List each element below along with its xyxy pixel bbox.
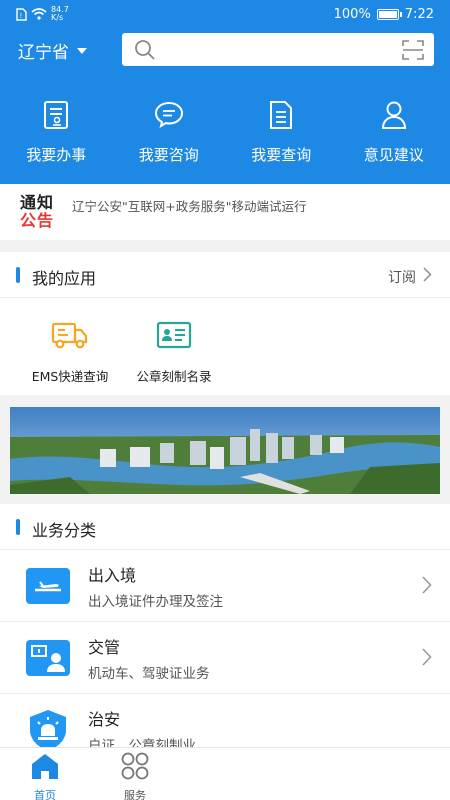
quick-action-consult[interactable]: 我要咨询 xyxy=(113,100,226,165)
id-card-icon xyxy=(156,321,192,349)
chat-bubble-icon xyxy=(154,101,183,128)
wifi-icon xyxy=(31,8,47,20)
header-area: ! 84.7 K/s 100% 7:22 辽宁省 我要办事 我要咨询 我要查询 … xyxy=(0,0,450,184)
category-title: 出入境 xyxy=(88,566,137,585)
notice-logo-bottom: 公告 xyxy=(20,211,55,230)
category-title: 治安 xyxy=(88,710,121,729)
category-subtitle: 机动车、驾驶证业务 xyxy=(88,666,210,682)
driver-license-icon xyxy=(26,640,70,676)
clock: 7:22 xyxy=(404,7,434,22)
truck-icon xyxy=(51,322,88,349)
category-row-traffic[interactable]: 交管 机动车、驾驶证业务 xyxy=(0,622,450,694)
category-row-exit-entry[interactable]: 出入境 出入境证件办理及签注 xyxy=(0,550,450,622)
chevron-right-icon[interactable] xyxy=(423,267,432,282)
category-subtitle: 户证、公章刻制业 xyxy=(88,738,196,747)
bottom-tab-bar: 首页 服务 xyxy=(0,747,450,800)
province-selector[interactable]: 辽宁省 xyxy=(18,38,87,63)
notice-logo-top: 通知 xyxy=(20,193,55,212)
tab-home[interactable]: 首页 xyxy=(20,752,70,800)
city-banner-image[interactable] xyxy=(10,407,440,494)
form-icon xyxy=(44,101,69,129)
tab-service-label: 服务 xyxy=(124,789,146,800)
airplane-icon xyxy=(26,568,70,604)
quick-action-query[interactable]: 我要查询 xyxy=(225,100,338,165)
section-accent-bar xyxy=(16,267,20,283)
my-apps-card: 我的应用 订阅 EMS快递查询 公章刻制名录 xyxy=(0,252,450,395)
my-apps-header: 我的应用 订阅 xyxy=(0,252,450,298)
chevron-right-icon xyxy=(422,576,432,594)
quick-action-label: 我要咨询 xyxy=(138,146,199,164)
quick-action-label: 我要查询 xyxy=(251,146,312,164)
tab-service[interactable]: 服务 xyxy=(110,752,160,800)
svg-text:!: ! xyxy=(20,12,23,20)
notice-text: 辽宁公安"互联网+政务服务"移动端试运行 xyxy=(72,199,307,214)
quick-action-label: 我要办事 xyxy=(26,146,87,164)
police-light-icon xyxy=(30,710,66,747)
scan-icon[interactable] xyxy=(402,40,424,60)
quick-action-feedback[interactable]: 意见建议 xyxy=(338,100,450,165)
category-subtitle: 出入境证件办理及签注 xyxy=(88,594,223,610)
home-icon xyxy=(32,754,58,779)
search-input[interactable] xyxy=(162,37,392,62)
notice-logo: 通知 公告 xyxy=(20,194,62,230)
battery-icon xyxy=(376,9,402,20)
caret-down-icon xyxy=(77,47,87,54)
app-ems-tracking[interactable]: EMS快递查询 xyxy=(18,320,122,385)
category-row-public-security[interactable]: 治安 户证、公章刻制业 xyxy=(0,694,450,747)
notice-strip[interactable]: 通知 公告 辽宁公安"互联网+政务服务"移动端试运行 xyxy=(0,184,450,240)
net-speed-unit: K/s xyxy=(51,13,64,22)
app-label: EMS快递查询 xyxy=(31,369,109,384)
grid-apps-icon xyxy=(121,752,149,780)
search-icon xyxy=(135,40,155,60)
list-doc-icon xyxy=(270,101,293,129)
my-apps-title: 我的应用 xyxy=(32,269,97,288)
subscribe-link[interactable]: 订阅 xyxy=(388,267,416,287)
quick-actions: 我要办事 我要咨询 我要查询 意见建议 xyxy=(0,100,450,165)
net-speed: 84.7 K/s xyxy=(51,6,77,22)
status-bar: ! 84.7 K/s 100% 7:22 xyxy=(0,0,450,30)
app-label: 公章刻制名录 xyxy=(136,369,212,384)
person-icon xyxy=(381,101,406,129)
chevron-right-icon xyxy=(422,648,432,666)
tab-home-label: 首页 xyxy=(34,789,56,800)
search-box[interactable] xyxy=(122,33,434,66)
category-title: 交管 xyxy=(88,638,121,657)
quick-action-apply[interactable]: 我要办事 xyxy=(0,100,113,165)
app-seal-registry[interactable]: 公章刻制名录 xyxy=(122,320,226,385)
section-accent-bar xyxy=(16,519,20,535)
categories-card: 业务分类 出入境 出入境证件办理及签注 交管 机动车、驾驶证业务 治安 户证、公… xyxy=(0,504,450,747)
categories-title: 业务分类 xyxy=(32,521,97,540)
categories-header: 业务分类 xyxy=(0,504,450,550)
sim-icon: ! xyxy=(16,7,27,21)
quick-action-label: 意见建议 xyxy=(363,146,424,164)
battery-percent: 100% xyxy=(333,7,371,22)
province-label: 辽宁省 xyxy=(18,43,69,63)
